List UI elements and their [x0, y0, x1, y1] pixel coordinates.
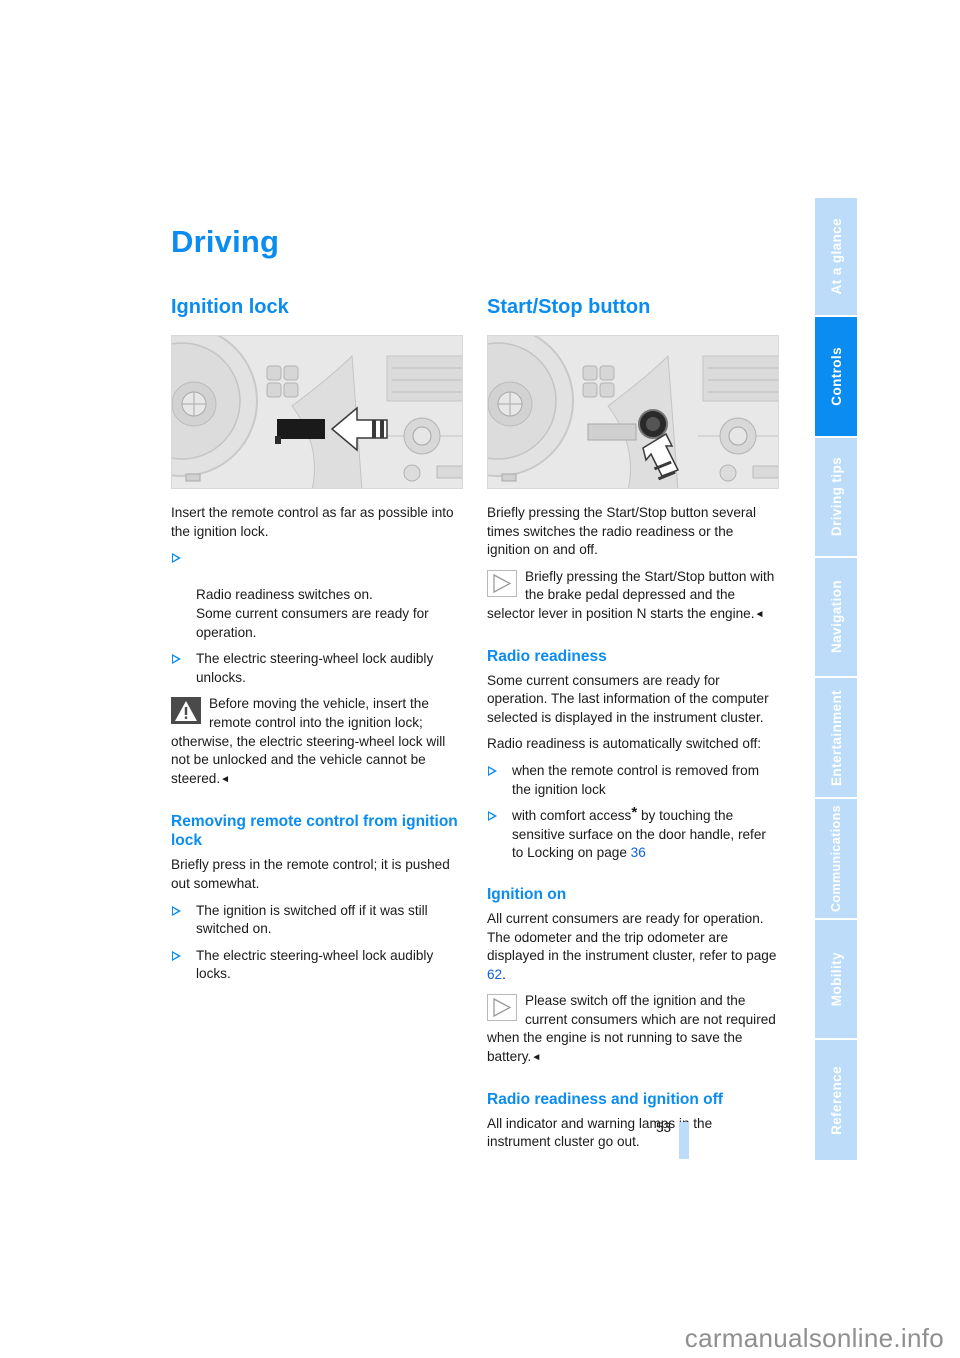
start-stop-figure	[487, 335, 779, 489]
tab-entertainment[interactable]: Entertainment	[815, 678, 857, 797]
tab-communications[interactable]: Communications	[815, 799, 857, 918]
list-item: The ignition is switched off if it was s…	[171, 902, 463, 939]
page-title: Driving	[171, 224, 280, 259]
ignition-lock-figure	[171, 335, 463, 489]
tab-reference[interactable]: Reference	[815, 1040, 857, 1160]
subheading-radio-readiness: Radio readiness	[487, 647, 607, 665]
removing-remote-text: Briefly press in the remote control; it …	[171, 857, 450, 891]
subheading-ignition-on: Ignition on	[487, 885, 567, 903]
tab-mobility[interactable]: Mobility	[815, 920, 857, 1038]
tab-at-a-glance[interactable]: At a glance	[815, 198, 857, 315]
watermark: carmanualsonline.info	[684, 1323, 944, 1353]
ignition-intro-text: Insert the remote control as far as poss…	[171, 505, 454, 539]
tab-label: Driving tips	[828, 457, 844, 537]
bullet-triangle-icon	[172, 654, 181, 665]
radio-readiness-off-text: Radio readiness is automatically switche…	[487, 736, 762, 752]
list-item-text: The electric steering-wheel lock audibly…	[196, 947, 434, 982]
ignition-lock-illustration	[172, 336, 462, 488]
tab-label: At a glance	[828, 218, 844, 295]
ignition-on-text-end: .	[502, 966, 506, 982]
page-link-36[interactable]: 36	[631, 845, 646, 860]
tab-label: Communications	[829, 805, 843, 912]
battery-note: Please switch off the ignition and the c…	[487, 992, 779, 1067]
page-number-bar	[679, 1122, 689, 1159]
subheading-removing-remote: Removing remote control from ignition lo…	[171, 813, 458, 850]
section-heading-start-stop: Start/Stop button	[487, 296, 651, 318]
list-item-text: when the remote control is removed from …	[512, 762, 760, 797]
bullet-triangle-icon	[172, 553, 181, 564]
warning-triangle-icon	[171, 697, 201, 725]
tab-label: Reference	[828, 1065, 844, 1135]
tab-label: Navigation	[828, 580, 844, 654]
end-mark-icon: ◄	[754, 608, 765, 620]
ignition-on-text-body: All current consumers are ready for oper…	[487, 910, 777, 964]
ignition-off-text: All indicator and warning lamps in the i…	[487, 1115, 713, 1150]
note-arrow-icon	[487, 994, 517, 1022]
warning-note: Before moving the vehicle, insert the re…	[171, 695, 463, 789]
page-link-62[interactable]: 62	[487, 967, 502, 982]
list-item: when the remote control is removed from …	[487, 762, 779, 799]
end-mark-icon: ◄	[531, 1052, 542, 1064]
start-stop-illustration	[488, 336, 778, 488]
subheading-radio-readiness-ignition-off: Radio readiness and ignition off	[487, 1090, 723, 1108]
list-item: The electric steering-wheel lock audibly…	[171, 650, 463, 687]
tab-label: Mobility	[828, 951, 844, 1007]
left-column-body: Insert the remote control as far as poss…	[171, 504, 463, 984]
list-item-text: The electric steering-wheel lock audibly…	[196, 651, 434, 685]
radio-readiness-text: Some current consumers are ready for ope…	[487, 672, 769, 725]
page-number: 53	[656, 1120, 672, 1135]
list-item-text: Radio readiness switches on. Some curren…	[196, 587, 429, 640]
bullet-triangle-icon	[172, 950, 181, 961]
tab-label: Controls	[828, 347, 844, 406]
engine-start-note-text: Briefly pressing the Start/Stop button w…	[487, 568, 775, 621]
ignition-on-text: All current consumers are ready for oper…	[487, 910, 779, 984]
tab-navigation[interactable]: Navigation	[815, 558, 857, 676]
list-item-text: with comfort access	[512, 808, 632, 824]
start-stop-intro-text: Briefly pressing the Start/Stop button s…	[487, 505, 756, 558]
bullet-triangle-icon	[488, 811, 497, 822]
engine-start-note: Briefly pressing the Start/Stop button w…	[487, 568, 779, 625]
tab-label: Entertainment	[828, 689, 844, 786]
end-mark-icon: ◄	[220, 773, 231, 785]
list-item: Radio readiness switches on. Some curren…	[171, 549, 463, 642]
bullet-triangle-icon	[172, 905, 181, 916]
note-arrow-icon	[487, 569, 517, 597]
list-item: The electric steering-wheel lock audibly…	[171, 947, 463, 984]
tab-controls[interactable]: Controls	[815, 317, 857, 436]
list-item-text: The ignition is switched off if it was s…	[196, 902, 428, 937]
bullet-triangle-icon	[488, 765, 497, 776]
warning-text: Before moving the vehicle, insert the re…	[171, 696, 446, 786]
section-heading-ignition-lock: Ignition lock	[171, 296, 289, 318]
right-column-body: Briefly pressing the Start/Stop button s…	[487, 504, 779, 1152]
list-item: with comfort access* by touching the sen…	[487, 805, 779, 863]
tab-driving-tips[interactable]: Driving tips	[815, 438, 857, 556]
